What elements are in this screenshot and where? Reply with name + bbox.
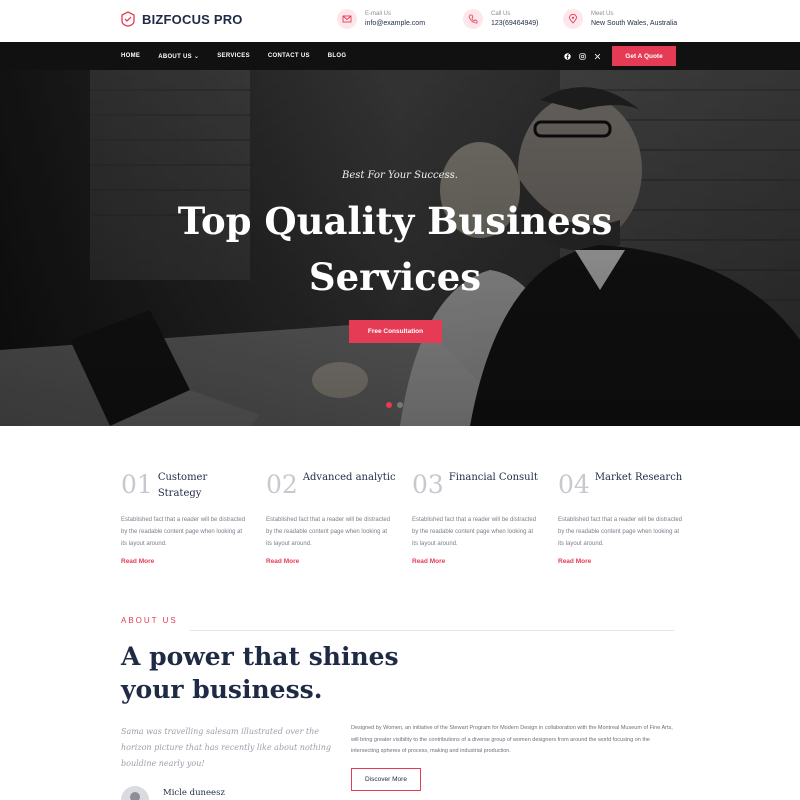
location-icon: [563, 9, 583, 29]
x-icon[interactable]: [594, 53, 601, 60]
feature-description: Established fact that a reader will be d…: [121, 517, 246, 547]
contact-email-label: E-mail Us: [365, 10, 392, 17]
contact-phone[interactable]: Call Us 123(69464949): [463, 9, 539, 29]
slider-pagination: [386, 402, 403, 408]
nav-links: HOME ABOUT US ⌄ SERVICES CONTACT US BLOG: [121, 42, 364, 70]
brand-logo[interactable]: BIZFOCUS PRO: [120, 11, 243, 27]
email-icon: [337, 9, 357, 29]
handshake-badge-icon: [121, 11, 135, 27]
top-header: BIZFOCUS PRO E-mail Us info@example.com …: [0, 0, 800, 42]
feature-number: 01: [121, 470, 153, 499]
discover-more-button[interactable]: Discover More: [351, 768, 421, 791]
nav-services[interactable]: SERVICES: [217, 53, 250, 59]
nav-contact[interactable]: CONTACT US: [268, 53, 310, 59]
contact-email-value[interactable]: info@example.com: [365, 19, 425, 29]
feature-card: 04 Market Research Established fact that…: [558, 470, 688, 565]
feature-read-more-link[interactable]: Read More: [121, 558, 251, 565]
feature-description: Established fact that a reader will be d…: [558, 517, 683, 547]
feature-title: Market Research: [594, 472, 683, 483]
about-quote: Sama was travelling salesam illustrated …: [121, 727, 331, 768]
feature-number: 03: [412, 470, 444, 499]
feature-title: Financial Consult: [448, 472, 538, 483]
feature-number: 02: [266, 470, 298, 499]
about-title: A power that shines your business.: [121, 642, 399, 704]
contact-phone-value[interactable]: 123(69464949): [491, 19, 539, 29]
about-eyebrow: ABOUT US: [121, 616, 178, 625]
person-icon: [130, 792, 140, 800]
feature-description: Established fact that a reader will be d…: [266, 517, 391, 547]
social-links: [564, 42, 601, 70]
feature-card: 02 Advanced analytic Established fact th…: [266, 470, 396, 565]
instagram-icon[interactable]: [579, 52, 586, 60]
feature-read-more-link[interactable]: Read More: [558, 558, 688, 565]
contact-location-value: New South Wales, Australia: [591, 19, 678, 27]
nav-about-dropdown[interactable]: ABOUT US ⌄: [158, 53, 199, 60]
feature-card: 01 Customer Strategy Established fact th…: [121, 470, 251, 565]
hero-tagline: Best For Your Success.: [342, 170, 458, 181]
nav-blog[interactable]: BLOG: [328, 53, 347, 59]
phone-icon: [463, 9, 483, 29]
main-navbar: HOME ABOUT US ⌄ SERVICES CONTACT US BLOG: [0, 42, 800, 70]
feature-title: Customer Strategy: [157, 472, 208, 499]
slider-dot-1[interactable]: [386, 402, 392, 408]
feature-read-more-link[interactable]: Read More: [266, 558, 396, 565]
hero-banner: Best For Your Success. Top Quality Busin…: [0, 70, 800, 426]
contact-email[interactable]: E-mail Us info@example.com: [337, 9, 425, 29]
feature-card: 03 Financial Consult Established fact th…: [412, 470, 542, 565]
about-divider: [190, 630, 674, 631]
facebook-icon[interactable]: [564, 52, 571, 60]
feature-description: Established fact that a reader will be d…: [412, 517, 537, 547]
brand-name: BIZFOCUS PRO: [142, 11, 243, 27]
author-name: Micle duneesz: [163, 788, 225, 798]
nav-home[interactable]: HOME: [121, 53, 140, 59]
slider-dot-2[interactable]: [397, 402, 403, 408]
about-description: Designed by Women, an initiative of the …: [351, 725, 673, 754]
hero-title: Top Quality Business Services: [177, 199, 613, 299]
contact-location[interactable]: Meet Us New South Wales, Australia: [563, 9, 677, 29]
contact-location-label: Meet Us: [591, 10, 614, 17]
feature-title: Advanced analytic: [302, 472, 396, 483]
avatar: [121, 786, 149, 800]
contact-phone-label: Call Us: [491, 10, 511, 17]
feature-read-more-link[interactable]: Read More: [412, 558, 542, 565]
feature-number: 04: [558, 470, 590, 499]
free-consultation-button[interactable]: Free Consultation: [349, 320, 442, 343]
get-quote-button[interactable]: Get A Quote: [612, 46, 676, 66]
